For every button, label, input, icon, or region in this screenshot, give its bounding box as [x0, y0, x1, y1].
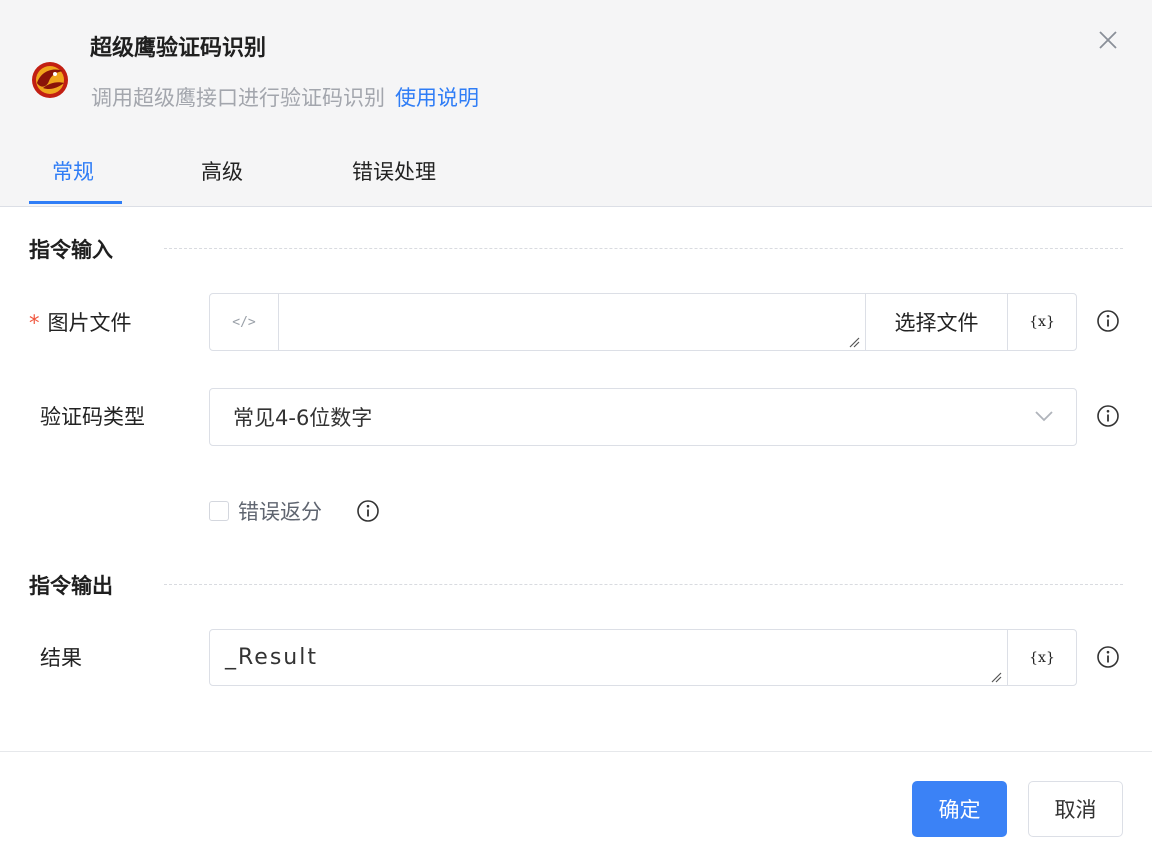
section-divider: [164, 584, 1123, 585]
subtitle-text: 调用超级鹰接口进行验证码识别: [91, 86, 385, 110]
section-title-input: 指令输入: [29, 238, 113, 262]
image-file-label: * 图片文件: [29, 307, 132, 337]
confirm-button[interactable]: 确定: [912, 781, 1007, 837]
captcha-type-label: 验证码类型: [40, 405, 145, 429]
close-icon[interactable]: [1096, 28, 1120, 52]
choose-file-button[interactable]: 选择文件: [866, 294, 1007, 350]
resize-handle-icon[interactable]: [848, 336, 860, 348]
tab-advanced[interactable]: 高级: [201, 156, 243, 186]
dialog-header: 超级鹰验证码识别 调用超级鹰接口进行验证码识别 使用说明 常规 高级 错误处理: [0, 0, 1152, 207]
dialog-title: 超级鹰验证码识别: [90, 36, 267, 61]
resize-handle-icon[interactable]: [990, 671, 1002, 683]
result-label: 结果: [40, 646, 82, 670]
info-icon[interactable]: [1096, 309, 1120, 333]
required-mark: *: [29, 311, 40, 335]
image-file-input[interactable]: [279, 294, 865, 350]
error-refund-checkbox[interactable]: [209, 501, 229, 521]
variable-button[interactable]: {x}: [1008, 630, 1076, 685]
result-input[interactable]: _Result: [225, 630, 318, 685]
cancel-button[interactable]: 取消: [1028, 781, 1123, 837]
image-file-field: </> 选择文件 {x}: [209, 293, 1077, 351]
captcha-type-value: 常见4-6位数字: [233, 406, 373, 430]
section-title-output: 指令输出: [29, 574, 113, 598]
info-icon[interactable]: [1096, 404, 1120, 428]
variable-button[interactable]: {x}: [1008, 294, 1076, 350]
active-tab-indicator: [29, 201, 122, 204]
tab-general[interactable]: 常规: [52, 156, 94, 186]
dialog: 超级鹰验证码识别 调用超级鹰接口进行验证码识别 使用说明 常规 高级 错误处理 指…: [0, 0, 1152, 868]
section-divider: [164, 248, 1123, 249]
info-icon[interactable]: [356, 499, 380, 523]
info-icon[interactable]: [1096, 645, 1120, 669]
result-field: _Result {x}: [209, 629, 1077, 686]
help-link[interactable]: 使用说明: [395, 86, 479, 110]
chevron-down-icon: [1035, 411, 1053, 422]
footer-divider: [0, 751, 1152, 752]
tab-error-handling[interactable]: 错误处理: [352, 156, 436, 186]
eagle-logo-icon: [32, 62, 68, 98]
error-refund-label[interactable]: 错误返分: [238, 496, 322, 526]
captcha-type-select[interactable]: 常见4-6位数字: [209, 388, 1077, 446]
code-mode-icon[interactable]: </>: [210, 294, 278, 350]
image-file-label-text: 图片文件: [47, 311, 132, 335]
dialog-subtitle: 调用超级鹰接口进行验证码识别 使用说明: [91, 82, 479, 112]
